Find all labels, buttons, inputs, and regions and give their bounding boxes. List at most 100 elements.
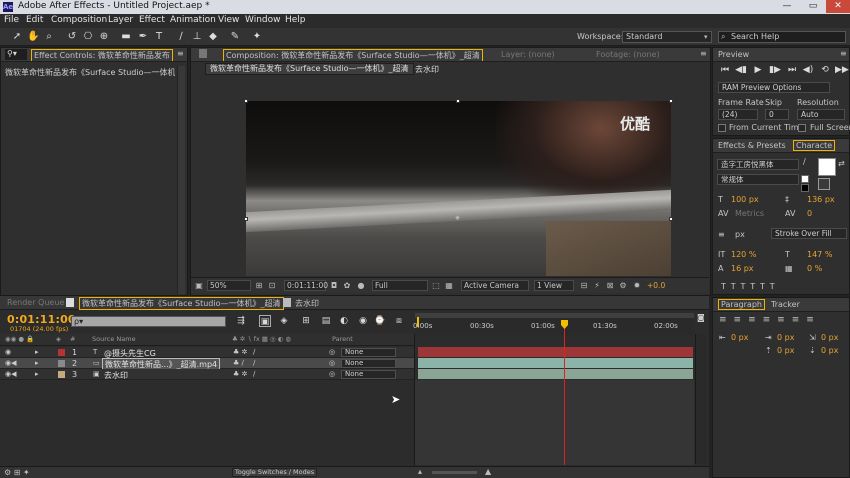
menu-animation[interactable]: Animation xyxy=(170,15,216,25)
shy-switch-icon[interactable]: ♣ ∕ xyxy=(233,359,244,367)
timeline-zoom-slider[interactable] xyxy=(432,471,477,474)
visibility-icon[interactable]: ◉◀ xyxy=(5,359,17,367)
comp-mini-flowchart-icon[interactable]: ⇶ xyxy=(235,315,247,327)
quality-switch-icon[interactable]: ∕ xyxy=(253,359,255,367)
grid-icon[interactable]: ⊡ xyxy=(267,281,277,291)
tracking-value[interactable]: 0 xyxy=(807,209,812,218)
menu-view[interactable]: View xyxy=(218,15,239,25)
exposure-icon[interactable]: ✹ xyxy=(632,281,642,291)
ram-preview-options-select[interactable]: RAM Preview Options xyxy=(718,82,830,93)
resolution-select[interactable]: Full xyxy=(372,280,428,291)
tab-footage[interactable]: Footage: (none) xyxy=(596,50,660,59)
composition-lock-icon[interactable] xyxy=(199,49,207,58)
layer-duration-bar[interactable] xyxy=(418,358,693,368)
layer-handle-tc[interactable] xyxy=(456,99,460,103)
layer-handle-mr[interactable] xyxy=(669,217,673,221)
tab-paragraph[interactable]: Paragraph xyxy=(718,299,765,310)
quality-switch-icon[interactable]: ∕ xyxy=(253,370,255,378)
space-after-value[interactable]: 0 px xyxy=(821,346,838,355)
current-time-indicator[interactable] xyxy=(564,320,565,465)
baseline-shift-value[interactable]: 16 px xyxy=(731,264,754,273)
menu-effect[interactable]: Effect xyxy=(139,15,165,25)
workspace-dropdown-icon[interactable]: ▾ xyxy=(704,33,708,41)
black-color-icon[interactable] xyxy=(801,184,809,192)
auto-keyframe-icon[interactable]: ⌚ xyxy=(374,315,386,327)
effect-controls-scrollbar[interactable] xyxy=(177,66,185,294)
live-update-icon[interactable]: ▣ xyxy=(259,315,271,327)
expand-arrow-icon[interactable]: ▸ xyxy=(35,348,39,356)
next-frame-icon[interactable]: ▮▶ xyxy=(769,64,781,76)
fill-color-swatch[interactable] xyxy=(818,158,836,176)
zoom-tool-icon[interactable]: ⌕ xyxy=(43,31,55,43)
loop-icon[interactable]: ⟲ xyxy=(819,64,831,76)
transparency-grid-icon[interactable]: ▦ xyxy=(444,281,454,291)
previous-frame-icon[interactable]: ◀▮ xyxy=(735,64,747,76)
menu-window[interactable]: Window xyxy=(245,15,281,25)
always-preview-icon[interactable]: ▣ xyxy=(194,281,204,291)
mute-audio-icon[interactable]: ◀) xyxy=(802,64,814,76)
view-layout-select[interactable]: 1 View xyxy=(534,280,574,291)
hide-shy-layers-icon[interactable]: ⊞ xyxy=(300,315,312,327)
timeline-scrollbar[interactable] xyxy=(695,334,707,464)
pickwhip-icon[interactable]: ◎ xyxy=(329,359,335,367)
zoom-out-icon[interactable]: ▴ xyxy=(418,467,422,476)
maximize-button[interactable]: ▭ xyxy=(801,0,825,13)
first-frame-icon[interactable]: ⏮ xyxy=(719,64,731,76)
parent-select[interactable]: None xyxy=(341,359,396,368)
last-frame-icon[interactable]: ⏭ xyxy=(786,64,798,76)
rectangle-tool-icon[interactable]: ▬ xyxy=(120,31,132,43)
camera-tool-icon[interactable]: ⎔ xyxy=(82,31,94,43)
tab-tracker[interactable]: Tracker xyxy=(771,300,800,309)
layer-switches-icon[interactable]: ⚙ ⊞ ✦ xyxy=(4,468,30,477)
visibility-icon[interactable]: ◉◀ xyxy=(5,370,17,378)
selection-tool-icon[interactable]: ➚ xyxy=(11,31,23,43)
work-area-bar[interactable] xyxy=(415,313,694,318)
indent-right-value[interactable]: 0 px xyxy=(777,333,794,342)
menu-layer[interactable]: Layer xyxy=(108,15,133,25)
menu-file[interactable]: File xyxy=(4,15,19,25)
stroke-color-swatch[interactable] xyxy=(818,178,830,190)
white-color-icon[interactable] xyxy=(801,175,809,183)
layer-label-color[interactable] xyxy=(58,349,65,356)
eraser-tool-icon[interactable]: ◆ xyxy=(207,31,219,43)
search-help-input[interactable]: Search Help xyxy=(718,31,846,43)
composition-menu-icon[interactable]: ≡ xyxy=(700,49,707,58)
tab-render-queue[interactable]: Render Queue xyxy=(7,298,64,307)
timeline-icon[interactable]: ⊠ xyxy=(605,281,615,291)
toggle-pixel-aspect-icon[interactable]: ⊟ xyxy=(579,281,589,291)
layer-name[interactable]: 去水印 xyxy=(104,370,128,381)
menu-edit[interactable]: Edit xyxy=(26,15,43,25)
channel-icon[interactable]: ● xyxy=(356,281,366,291)
preview-menu-icon[interactable]: ≡ xyxy=(840,49,847,58)
tab-layer[interactable]: Layer: (none) xyxy=(501,50,555,59)
alignment-icons[interactable]: ≡≡≡≡≡≡≡ xyxy=(719,315,821,325)
layer-label-color[interactable] xyxy=(58,371,65,378)
font-family-select[interactable]: 造字工房悦黑体 xyxy=(717,159,799,170)
tab-composition[interactable]: Composition: 微软革命性新品发布《Surface Studio—一体… xyxy=(223,49,483,61)
tab-main-comp[interactable]: 微软革命性新品发布《Surface Studio—一体机》_超清 xyxy=(79,297,284,310)
region-of-interest-icon[interactable]: ⬚ xyxy=(431,281,441,291)
timeline-search-input[interactable]: ρ▾ xyxy=(71,316,226,327)
full-screen-checkbox[interactable] xyxy=(798,124,806,132)
tab-preview[interactable]: Preview xyxy=(718,50,749,59)
expand-arrow-icon[interactable]: ▸ xyxy=(35,359,39,367)
horizontal-scale-value[interactable]: 147 % xyxy=(807,250,832,259)
shy-switch-icon[interactable]: ♣ ✲ xyxy=(233,348,247,356)
layer-duration-bar[interactable] xyxy=(418,369,693,379)
layer-handle-tr[interactable] xyxy=(669,99,673,103)
show-snapshot-icon[interactable]: ✿ xyxy=(342,281,352,291)
safe-zones-icon[interactable]: ⊞ xyxy=(254,281,264,291)
swap-colors-icon[interactable]: ⇄ xyxy=(838,159,845,168)
faux-styles-icon[interactable]: TTTTTT xyxy=(721,282,780,291)
timeline-track-area[interactable] xyxy=(415,380,694,465)
current-time-display[interactable]: 0:01:11:00 xyxy=(284,280,328,291)
tab-effect-controls[interactable]: Effect Controls: 微软革命性新品发布 xyxy=(31,49,173,61)
table-row[interactable]: ◉◀ ▸ 3 ▣ 去水印 ♣ ✲ ∕ ◎ None xyxy=(0,369,414,380)
flowchart-icon[interactable]: ⚙ xyxy=(618,281,628,291)
roto-brush-tool-icon[interactable]: ✎ xyxy=(229,31,241,43)
col-source-name[interactable]: Source Name xyxy=(92,335,136,343)
tsume-value[interactable]: 0 % xyxy=(807,264,822,273)
play-icon[interactable]: ▶ xyxy=(752,64,764,76)
video-frame[interactable]: 优酷 xyxy=(246,101,671,276)
clone-stamp-tool-icon[interactable]: ⊥ xyxy=(191,31,203,43)
